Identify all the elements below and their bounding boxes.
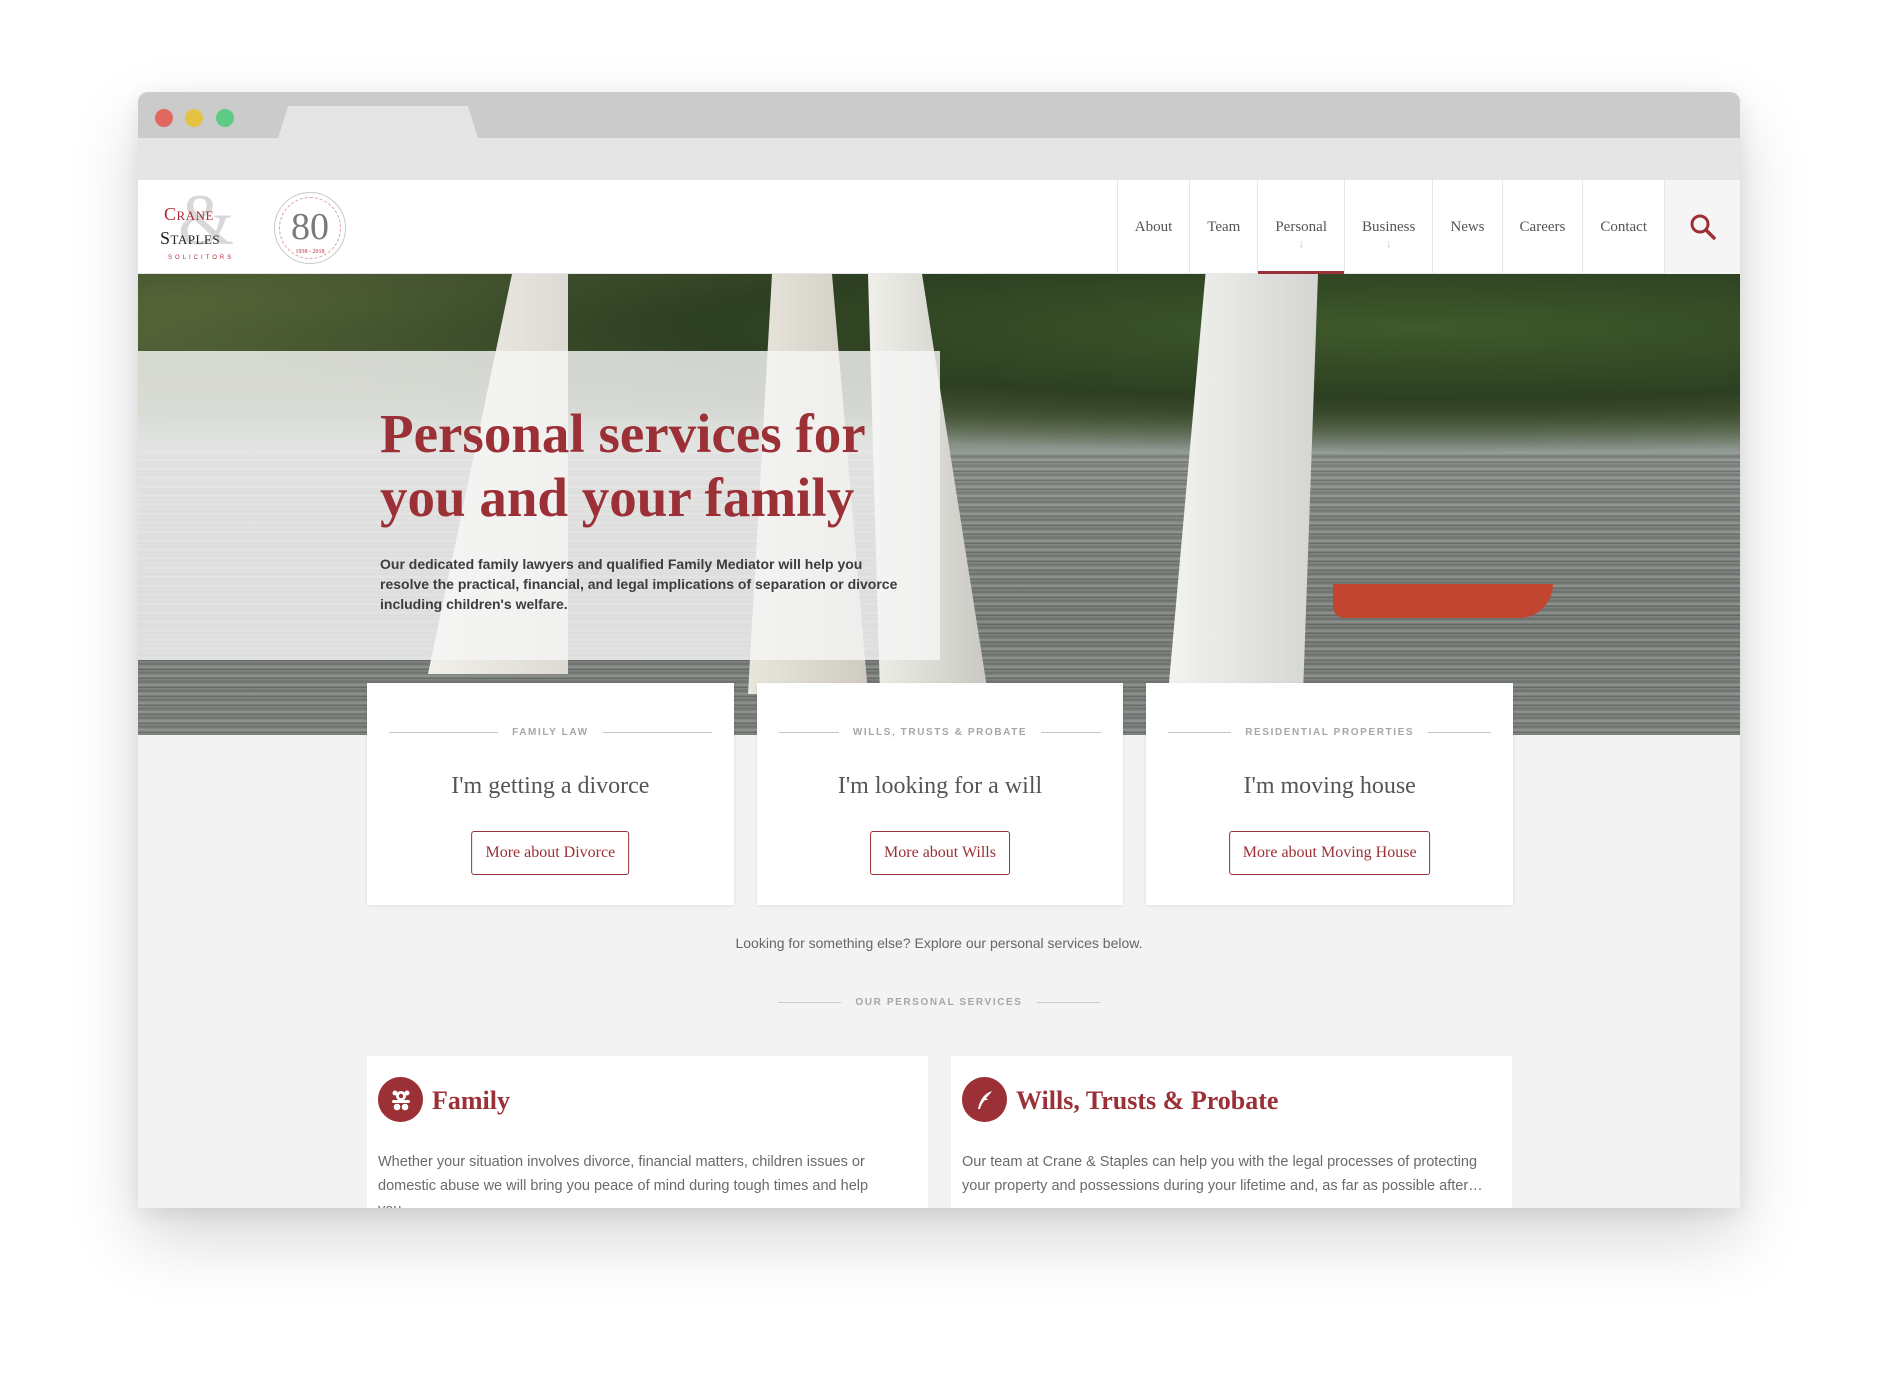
card-kicker: FAMILY LAW xyxy=(389,727,712,738)
card-kicker: RESIDENTIAL PROPERTIES xyxy=(1168,727,1492,738)
service-card-wills-trusts-probate[interactable]: Wills, Trusts & Probate Our team at Cran… xyxy=(951,1056,1512,1208)
nav-item-news[interactable]: News xyxy=(1432,180,1501,274)
divider xyxy=(778,732,839,733)
quick-links: FAMILY LAW I'm getting a divorce More ab… xyxy=(367,683,1514,905)
search-icon xyxy=(1690,214,1716,240)
card-kicker: WILLS, TRUSTS & PROBATE xyxy=(778,727,1102,738)
window-maximize-button[interactable] xyxy=(216,109,234,127)
section-heading: OUR PERSONAL SERVICES xyxy=(778,997,1100,1008)
section-heading-text: OUR PERSONAL SERVICES xyxy=(855,997,1023,1008)
nav-item-contact[interactable]: Contact xyxy=(1582,180,1664,274)
nav-label: Careers xyxy=(1519,218,1566,235)
nav-label: Business xyxy=(1362,218,1416,235)
card-category: RESIDENTIAL PROPERTIES xyxy=(1245,727,1415,738)
quick-card-moving-house: RESIDENTIAL PROPERTIES I'm moving house … xyxy=(1146,683,1514,905)
divider xyxy=(1041,732,1102,733)
nav-item-business[interactable]: Business ↓ xyxy=(1344,180,1432,274)
window-minimize-button[interactable] xyxy=(185,109,203,127)
card-title: I'm looking for a will xyxy=(837,773,1043,799)
more-about-moving-house-button[interactable]: More about Moving House xyxy=(1228,831,1431,875)
hero-banner: Personal services for you and your famil… xyxy=(138,274,1740,735)
nav-label: About xyxy=(1134,218,1173,235)
service-title: Wills, Trusts & Probate xyxy=(1016,1086,1279,1115)
card-title: I'm getting a divorce xyxy=(451,773,650,799)
logo-crane: Crane xyxy=(164,204,214,224)
nav-label: Personal xyxy=(1275,218,1328,235)
hero-image-boat xyxy=(1333,584,1553,618)
more-about-divorce-button[interactable]: More about Divorce xyxy=(471,831,630,875)
browser-tab-bar xyxy=(138,92,1740,138)
nav-label: Contact xyxy=(1600,218,1647,235)
arrow-down-icon: ↓ xyxy=(1298,238,1304,250)
badge-years: 1938 - 2018 xyxy=(295,249,325,255)
logo-tagline: SOLICITORS xyxy=(168,255,235,261)
browser-window: & Crane Staples SOLICITORS 80 1938 - 201… xyxy=(138,92,1740,1208)
card-title: I'm moving house xyxy=(1243,773,1416,799)
browser-address-bar[interactable] xyxy=(138,138,1740,180)
nav-item-team[interactable]: Team xyxy=(1189,180,1257,274)
service-card-family[interactable]: Family Whether your situation involves d… xyxy=(367,1056,928,1208)
divider xyxy=(602,732,712,733)
divider xyxy=(389,732,499,733)
nav-label: Team xyxy=(1207,218,1241,235)
service-title: Family xyxy=(432,1086,510,1115)
card-category: FAMILY LAW xyxy=(512,727,589,738)
nav-item-about[interactable]: About xyxy=(1116,180,1190,274)
hero-title: Personal services for you and your famil… xyxy=(380,403,865,528)
teddy-bear-icon xyxy=(378,1077,423,1122)
nav-label: News xyxy=(1450,218,1485,235)
logo-staples: Staples xyxy=(160,228,221,248)
card-category: WILLS, TRUSTS & PROBATE xyxy=(852,727,1028,738)
window-close-button[interactable] xyxy=(155,109,173,127)
browser-tab[interactable] xyxy=(278,106,478,138)
site-header: & Crane Staples SOLICITORS 80 1938 - 201… xyxy=(138,180,1740,274)
more-about-wills-button[interactable]: More about Wills xyxy=(870,831,1010,875)
anniversary-badge: 80 1938 - 2018 xyxy=(274,192,346,264)
divider xyxy=(1428,732,1492,733)
service-description: Our team at Crane & Staples can help you… xyxy=(962,1154,1483,1194)
search-button[interactable] xyxy=(1664,180,1740,274)
divider xyxy=(778,1002,842,1003)
quill-icon xyxy=(962,1077,1007,1122)
crane-staples-logo[interactable]: & Crane Staples SOLICITORS 80 1938 - 201… xyxy=(158,184,346,266)
quick-card-wills: WILLS, TRUSTS & PROBATE I'm looking for … xyxy=(756,683,1124,905)
explore-text: Looking for something else? Explore our … xyxy=(735,935,1143,951)
main-nav: About Team Personal ↓ Business ↓ News Ca xyxy=(1116,180,1664,274)
divider xyxy=(1168,732,1232,733)
hero-description: Our dedicated family lawyers and qualifi… xyxy=(380,556,898,612)
nav-item-personal[interactable]: Personal ↓ xyxy=(1257,180,1344,274)
services-list: Family Whether your situation involves d… xyxy=(367,1056,1513,1208)
nav-item-careers[interactable]: Careers xyxy=(1501,180,1583,274)
website: & Crane Staples SOLICITORS 80 1938 - 201… xyxy=(138,180,1740,1208)
badge-number: 80 xyxy=(291,206,329,248)
service-description: Whether your situation involves divorce,… xyxy=(378,1154,869,1208)
divider xyxy=(1036,1002,1100,1003)
quick-card-divorce: FAMILY LAW I'm getting a divorce More ab… xyxy=(367,683,734,905)
arrow-down-icon: ↓ xyxy=(1385,238,1392,250)
